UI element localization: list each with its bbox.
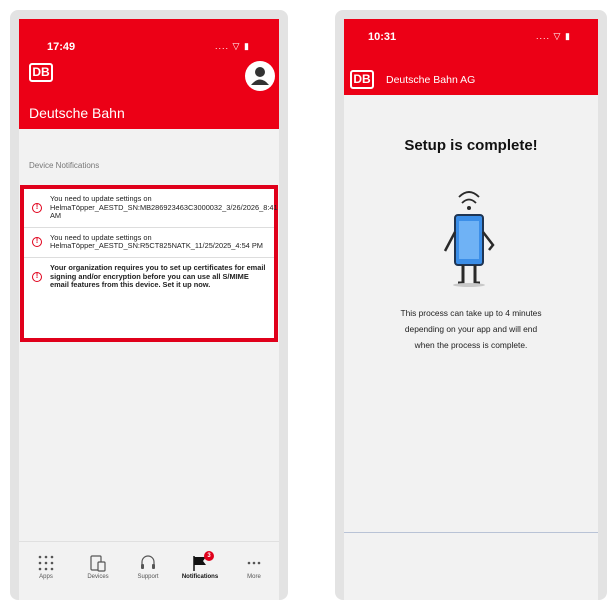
notification-item[interactable]: ! You need to update settings on HelmaTö… — [24, 189, 278, 228]
db-logo: DB — [350, 70, 374, 89]
notification-text: You need to update settings on HelmaTöpp… — [50, 232, 263, 251]
phone-notifications: 17:49 .... ▽ ▮ DB Deutsche Bahn Device N… — [10, 10, 288, 600]
alert-icon: ! — [32, 271, 42, 282]
screen: 17:49 .... ▽ ▮ DB Deutsche Bahn Device N… — [19, 19, 279, 600]
setup-line: This process can take up to 4 minutes — [400, 308, 542, 318]
app-header: 10:31 .... ▽ ▮ DB Deutsche Bahn AG — [344, 19, 598, 95]
status-time: 17:49 — [47, 41, 76, 53]
alert-icon: ! — [32, 237, 42, 248]
screen: 10:31 .... ▽ ▮ DB Deutsche Bahn AG Setup… — [344, 19, 598, 600]
wifi-icon: ▽ — [232, 41, 241, 51]
setup-description: This process can take up to 4 minutes de… — [344, 305, 598, 353]
status-time: 10:31 — [368, 31, 397, 43]
nav-label: Notifications — [181, 574, 219, 580]
nav-support[interactable]: Support — [125, 554, 171, 580]
nav-notifications[interactable]: 3 Notifications — [177, 551, 223, 580]
battery-icon: ▮ — [564, 31, 571, 41]
nav-label: Support — [137, 574, 159, 580]
nav-more[interactable]: More — [231, 554, 277, 580]
notification-text: You need to update settings on HelmaTöpp… — [50, 194, 278, 221]
notification-item[interactable]: ! You need to update settings on HelmaTö… — [24, 228, 274, 258]
setup-line: depending on your app and will end — [404, 324, 538, 334]
signal-icon: .... — [536, 31, 551, 41]
app-title: Deutsche Bahn AG — [386, 74, 476, 86]
setup-line: when the process is complete. — [414, 340, 528, 350]
notification-badge: 3 — [204, 551, 214, 561]
setup-title: Setup is complete! — [404, 137, 538, 154]
avatar[interactable] — [245, 61, 275, 91]
app-title: Deutsche Bahn — [29, 105, 125, 121]
db-logo: DB — [29, 63, 53, 82]
status-icons: .... ▽ ▮ — [215, 41, 250, 52]
nav-apps[interactable]: Apps — [23, 554, 69, 580]
notifications-list: ! You need to update settings on HelmaTö… — [20, 185, 278, 342]
person-icon — [251, 67, 269, 85]
notification-text: Your organization requires you to set up… — [50, 262, 266, 290]
devices-icon — [90, 555, 106, 572]
status-icons: .... ▽ ▮ — [536, 31, 571, 42]
phone-character-illustration — [443, 191, 495, 287]
more-icon — [247, 561, 261, 565]
grid-icon — [38, 555, 54, 571]
nav-label: Devices — [87, 574, 109, 580]
nav-label: Apps — [39, 574, 53, 580]
headset-icon — [141, 555, 155, 569]
nav-label: More — [247, 574, 261, 580]
alert-icon: ! — [32, 202, 42, 213]
battery-icon: ▮ — [243, 41, 250, 51]
notification-item[interactable]: ! Your organization requires you to set … — [24, 258, 274, 296]
section-label: Device Notifications — [29, 161, 100, 170]
nav-devices[interactable]: Devices — [75, 554, 121, 580]
phone-setup: 10:31 .... ▽ ▮ DB Deutsche Bahn AG Setup… — [335, 10, 607, 600]
divider — [344, 532, 598, 533]
wifi-icon: ▽ — [553, 31, 562, 41]
app-header: 17:49 .... ▽ ▮ DB Deutsche Bahn — [19, 19, 279, 129]
bottom-nav: Apps Devices Support 3 Notifications Mor… — [19, 541, 279, 600]
signal-icon: .... — [215, 41, 230, 51]
